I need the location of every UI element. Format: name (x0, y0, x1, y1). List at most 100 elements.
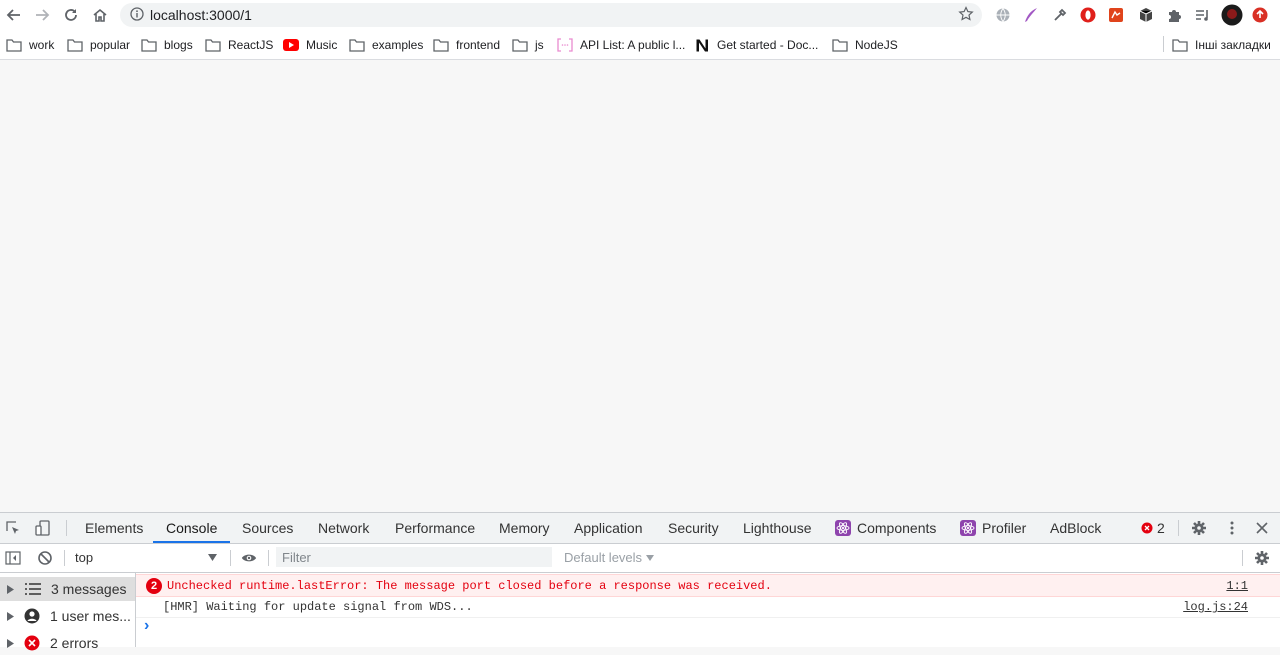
other-bookmarks[interactable]: Інші закладки (1172, 37, 1271, 53)
folder-icon (141, 38, 157, 52)
error-message-text: Unchecked runtime.lastError: The message… (167, 579, 772, 593)
sidebar-item-label: 2 errors (50, 635, 99, 651)
tab-application[interactable]: Application (574, 513, 643, 543)
context-value: top (75, 550, 94, 565)
console-prompt[interactable]: › (144, 617, 149, 635)
bookmark-label: Music (306, 38, 338, 52)
forward-icon[interactable] (32, 5, 52, 25)
folder-icon (6, 38, 22, 52)
opera-extension-icon[interactable] (1079, 6, 1097, 24)
bookmark-examples[interactable]: examples (349, 37, 423, 53)
sidebar-item-errors[interactable]: 2 errors (0, 631, 135, 655)
bookmark-blogs[interactable]: blogs (141, 37, 193, 53)
info-icon[interactable] (130, 7, 144, 21)
bookmark-star-icon[interactable] (958, 6, 974, 22)
bookmark-music[interactable]: Music (283, 37, 337, 53)
tab-network[interactable]: Network (318, 513, 369, 543)
url-text[interactable]: localhost:3000/1 (150, 7, 252, 23)
home-icon[interactable] (90, 5, 110, 25)
console-settings-gear-icon[interactable] (1254, 550, 1270, 566)
profile-avatar[interactable] (1221, 4, 1243, 26)
filter-divider (230, 550, 231, 566)
sidebar-item-label: 3 messages (51, 581, 127, 597)
more-options-icon[interactable] (1224, 520, 1240, 536)
tab-adblock[interactable]: AdBlock (1050, 513, 1101, 543)
filter-divider (268, 550, 269, 566)
clear-console-icon[interactable] (37, 550, 53, 566)
tab-components[interactable]: Components (857, 513, 936, 543)
close-icon[interactable] (1254, 520, 1270, 536)
expand-arrow-icon (7, 638, 14, 648)
dropdown-arrow-icon (208, 554, 217, 561)
bookmark-label: js (535, 38, 544, 52)
tab-divider (1178, 520, 1179, 536)
source-link[interactable]: 1:1 (1226, 579, 1248, 593)
source-link[interactable]: log.js:24 (1183, 600, 1248, 614)
bookmark-label: examples (372, 38, 424, 52)
bookmark-reactjs[interactable]: ReactJS (205, 37, 273, 53)
error-counter[interactable]: 2 (1141, 520, 1173, 536)
context-selector[interactable]: top (68, 544, 224, 572)
eyedropper-extension-icon[interactable] (1051, 6, 1069, 24)
bookmark-label: Інші закладки (1195, 38, 1271, 52)
react-icon (960, 520, 976, 536)
inspect-element-icon[interactable] (5, 520, 21, 536)
address-bar[interactable]: localhost:3000/1 (120, 3, 982, 27)
dropdown-arrow-icon (645, 555, 654, 561)
console-error-message[interactable]: 2 Unchecked runtime.lastError: The messa… (136, 574, 1280, 597)
settings-gear-icon[interactable] (1191, 520, 1207, 536)
bookmark-frontend[interactable]: frontend (433, 37, 500, 53)
tab-lighthouse[interactable]: Lighthouse (743, 513, 812, 543)
bookmarks-bar: work popular blogs ReactJS Music example… (0, 30, 1280, 60)
notion-icon (696, 39, 708, 51)
page-viewport[interactable] (0, 60, 1280, 512)
tab-profiler[interactable]: Profiler (982, 513, 1026, 543)
reload-icon[interactable] (61, 5, 81, 25)
repeat-count-badge: 2 (146, 578, 162, 594)
update-icon[interactable] (1251, 6, 1269, 24)
quill-extension-icon[interactable] (1022, 6, 1040, 24)
bookmark-nodejs[interactable]: NodeJS (832, 37, 898, 53)
tab-performance[interactable]: Performance (395, 513, 475, 543)
log-levels-dropdown[interactable]: Default levels (564, 550, 654, 565)
bookmark-label: work (29, 38, 55, 52)
error-count: 2 (1157, 520, 1165, 536)
console-log-message[interactable]: [HMR] Waiting for update signal from WDS… (136, 596, 1280, 618)
tab-security[interactable]: Security (668, 513, 719, 543)
sidebar-item-user-messages[interactable]: 1 user mes... (0, 604, 135, 628)
tab-memory[interactable]: Memory (499, 513, 550, 543)
console-sidebar: 3 messages 1 user mes... 2 errors (0, 573, 136, 651)
tab-elements[interactable]: Elements (85, 513, 143, 543)
tab-console[interactable]: Console (153, 513, 231, 543)
bookmark-api-list[interactable]: API List: A public l... (557, 37, 685, 53)
user-icon (24, 608, 40, 624)
reading-list-icon[interactable] (1193, 6, 1211, 24)
bookmark-label: API List: A public l... (580, 38, 686, 52)
device-toolbar-icon[interactable] (35, 520, 51, 536)
folder-icon (832, 38, 848, 52)
sidebar-item-messages[interactable]: 3 messages (0, 577, 135, 601)
puzzle-extensions-icon[interactable] (1165, 6, 1183, 24)
bookmark-js[interactable]: js (512, 37, 544, 53)
bookmark-label: popular (90, 38, 131, 52)
console-filter-input[interactable] (276, 547, 552, 567)
bookmark-work[interactable]: work (6, 37, 54, 53)
list-icon (25, 583, 41, 595)
devtools-tab-bar: Elements Console Sources Network Perform… (0, 513, 1280, 544)
bookmarks-divider (1163, 36, 1164, 52)
live-expression-eye-icon[interactable] (241, 550, 257, 566)
bookmark-label: NodeJS (855, 38, 898, 52)
bookmark-popular[interactable]: popular (67, 37, 130, 53)
bookmark-get-started[interactable]: Get started - Doc... (695, 37, 818, 53)
error-icon (24, 635, 40, 651)
folder-icon (512, 38, 528, 52)
sidebar-toggle-icon[interactable] (5, 550, 21, 566)
redux-extension-icon[interactable] (1107, 6, 1125, 24)
folder-icon (1172, 38, 1188, 52)
react-icon (835, 520, 851, 536)
cube-extension-icon[interactable] (1137, 6, 1155, 24)
back-icon[interactable] (4, 5, 24, 25)
log-levels-label: Default levels (564, 550, 643, 565)
tab-sources[interactable]: Sources (242, 513, 293, 543)
translate-extension-icon[interactable] (994, 6, 1012, 24)
